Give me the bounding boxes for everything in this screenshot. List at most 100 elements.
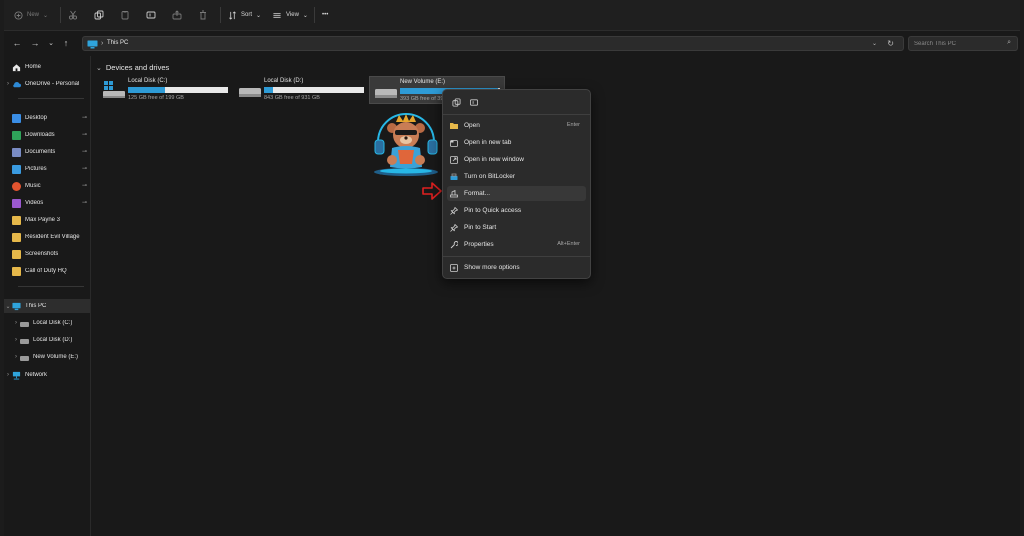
usage-bar-fill — [264, 87, 273, 93]
address-path[interactable]: This PC — [107, 40, 128, 46]
chevron-right-icon: › — [101, 40, 104, 47]
pin-icon[interactable]: ⊸ — [82, 114, 87, 121]
menu-item-bitlocker[interactable]: Turn on BitLocker — [447, 169, 586, 184]
folder-icon — [12, 232, 21, 242]
address-bar[interactable]: › This PC ⌄ ↻ — [82, 36, 904, 51]
back-button[interactable]: ← — [12, 38, 22, 48]
view-button[interactable]: View ⌄ — [272, 8, 308, 22]
chevron-right-icon[interactable]: › — [4, 372, 12, 378]
forward-button[interactable]: → — [30, 38, 40, 48]
copy-button[interactable] — [94, 8, 104, 22]
menu-item-label: Properties — [464, 241, 494, 248]
sidebar-item-folder[interactable]: Resident Evil Village — [4, 230, 90, 244]
sort-button[interactable]: Sort ⌄ — [228, 8, 261, 22]
drive-icon — [375, 89, 397, 98]
sidebar-item-folder[interactable]: Screenshots — [4, 247, 90, 261]
search-icon[interactable]: ⌕ — [1007, 39, 1011, 47]
bear-mascot-image — [374, 113, 438, 176]
cut-button[interactable] — [68, 8, 78, 22]
sidebar-item-drive-c[interactable]: › Local Disk (C:) — [4, 316, 90, 330]
search-box[interactable]: ⌕ — [908, 36, 1018, 51]
computer-icon — [12, 302, 21, 310]
scissors-icon — [68, 10, 78, 20]
pin-icon[interactable]: ⊸ — [82, 148, 87, 155]
refresh-icon[interactable]: ↻ — [887, 39, 894, 48]
sidebar-item-network[interactable]: › Network — [4, 368, 90, 382]
rename-quick-action[interactable] — [468, 96, 480, 108]
search-input[interactable] — [914, 39, 1000, 49]
drive-tile-d[interactable]: Local Disk (D:) 843 GB free of 931 GB — [234, 76, 370, 104]
up-button[interactable]: ↑ — [61, 38, 71, 48]
menu-item-open-new-tab[interactable]: Open in new tab — [447, 135, 586, 150]
drive-icon — [20, 338, 29, 344]
download-icon — [12, 130, 21, 140]
chevron-down-icon[interactable]: ⌄ — [4, 303, 12, 310]
sidebar-item-music[interactable]: Music ⊸ — [4, 179, 90, 193]
navigation-pane: Home › OneDrive - Personal Desktop ⊸ Dow… — [4, 56, 91, 536]
delete-button[interactable] — [198, 8, 208, 22]
menu-item-pin-quick-access[interactable]: Pin to Quick access — [447, 203, 586, 218]
rename-button[interactable] — [146, 8, 156, 22]
sidebar-item-onedrive[interactable]: › OneDrive - Personal — [4, 77, 90, 91]
sidebar-item-videos[interactable]: Videos ⊸ — [4, 196, 90, 210]
sidebar-item-folder[interactable]: Max Payne 3 — [4, 213, 90, 227]
menu-item-label: Show more options — [464, 264, 520, 271]
menu-item-open[interactable]: Open Enter — [447, 118, 586, 133]
wrench-icon — [450, 240, 458, 249]
pin-icon[interactable]: ⊸ — [82, 199, 87, 206]
usage-bar — [128, 87, 228, 93]
menu-item-show-more-options[interactable]: Show more options — [447, 260, 586, 275]
music-icon — [12, 181, 21, 191]
menu-item-format[interactable]: Format... — [447, 186, 586, 201]
toolbar-divider — [314, 7, 315, 23]
chevron-right-icon[interactable]: › — [12, 337, 20, 343]
paste-button[interactable] — [120, 8, 130, 22]
menu-item-label: Open in new window — [464, 156, 524, 163]
chevron-down-icon: ⌄ — [256, 12, 262, 19]
pin-icon[interactable]: ⊸ — [82, 182, 87, 189]
sidebar-item-desktop[interactable]: Desktop ⊸ — [4, 111, 90, 125]
chevron-right-icon[interactable]: › — [12, 354, 20, 360]
copy-quick-action[interactable] — [450, 96, 462, 108]
sidebar-item-pictures[interactable]: Pictures ⊸ — [4, 162, 90, 176]
section-header-devices[interactable]: ⌄ Devices and drives — [96, 63, 169, 72]
arrow-left-icon: ← — [12, 38, 22, 48]
sidebar-item-home[interactable]: Home — [4, 60, 90, 74]
more-options-button[interactable]: ••• — [322, 8, 328, 22]
sidebar-item-documents[interactable]: Documents ⊸ — [4, 145, 90, 159]
sidebar-item-drive-e[interactable]: › New Volume (E:) — [4, 350, 90, 364]
more-options-icon — [450, 263, 458, 272]
rename-icon — [146, 11, 156, 19]
menu-item-label: Format... — [464, 190, 491, 197]
sidebar-divider — [18, 286, 84, 287]
plus-circle-icon — [14, 10, 23, 20]
sidebar-item-label: Music — [25, 183, 41, 189]
pin-icon[interactable]: ⊸ — [82, 131, 87, 138]
new-button[interactable]: New ⌄ — [14, 8, 48, 22]
folder-icon — [450, 122, 458, 130]
share-icon — [172, 10, 182, 20]
chevron-right-icon[interactable]: › — [12, 320, 20, 326]
pin-icon[interactable]: ⊸ — [82, 165, 87, 172]
menu-item-shortcut: Enter — [566, 122, 580, 128]
menu-item-label: Pin to Start — [464, 224, 497, 231]
drive-tile-c[interactable]: Local Disk (C:) 125 GB free of 199 GB — [98, 76, 234, 104]
sidebar-item-label: Local Disk (D:) — [33, 337, 73, 343]
sidebar-item-folder[interactable]: Call of Duty HQ — [4, 264, 90, 278]
folder-icon — [12, 249, 21, 259]
chevron-down-icon[interactable]: ⌄ — [96, 64, 102, 72]
chevron-right-icon[interactable]: › — [4, 81, 12, 87]
menu-item-pin-start[interactable]: Pin to Start — [447, 220, 586, 235]
sidebar-item-this-pc[interactable]: ⌄ This PC — [4, 299, 90, 313]
computer-icon — [87, 40, 98, 49]
recent-locations-button[interactable]: ⌄ — [46, 38, 56, 48]
menu-item-properties[interactable]: Properties Alt+Enter — [447, 237, 586, 252]
menu-item-open-new-window[interactable]: Open in new window — [447, 152, 586, 167]
sidebar-item-label: OneDrive - Personal — [25, 81, 80, 87]
sidebar-item-drive-d[interactable]: › Local Disk (D:) — [4, 333, 90, 347]
menu-item-label: Open — [464, 122, 480, 129]
chevron-down-icon[interactable]: ⌄ — [872, 40, 877, 47]
share-button[interactable] — [172, 8, 182, 22]
sidebar-item-downloads[interactable]: Downloads ⊸ — [4, 128, 90, 142]
sidebar-item-label: Resident Evil Village — [25, 234, 80, 240]
